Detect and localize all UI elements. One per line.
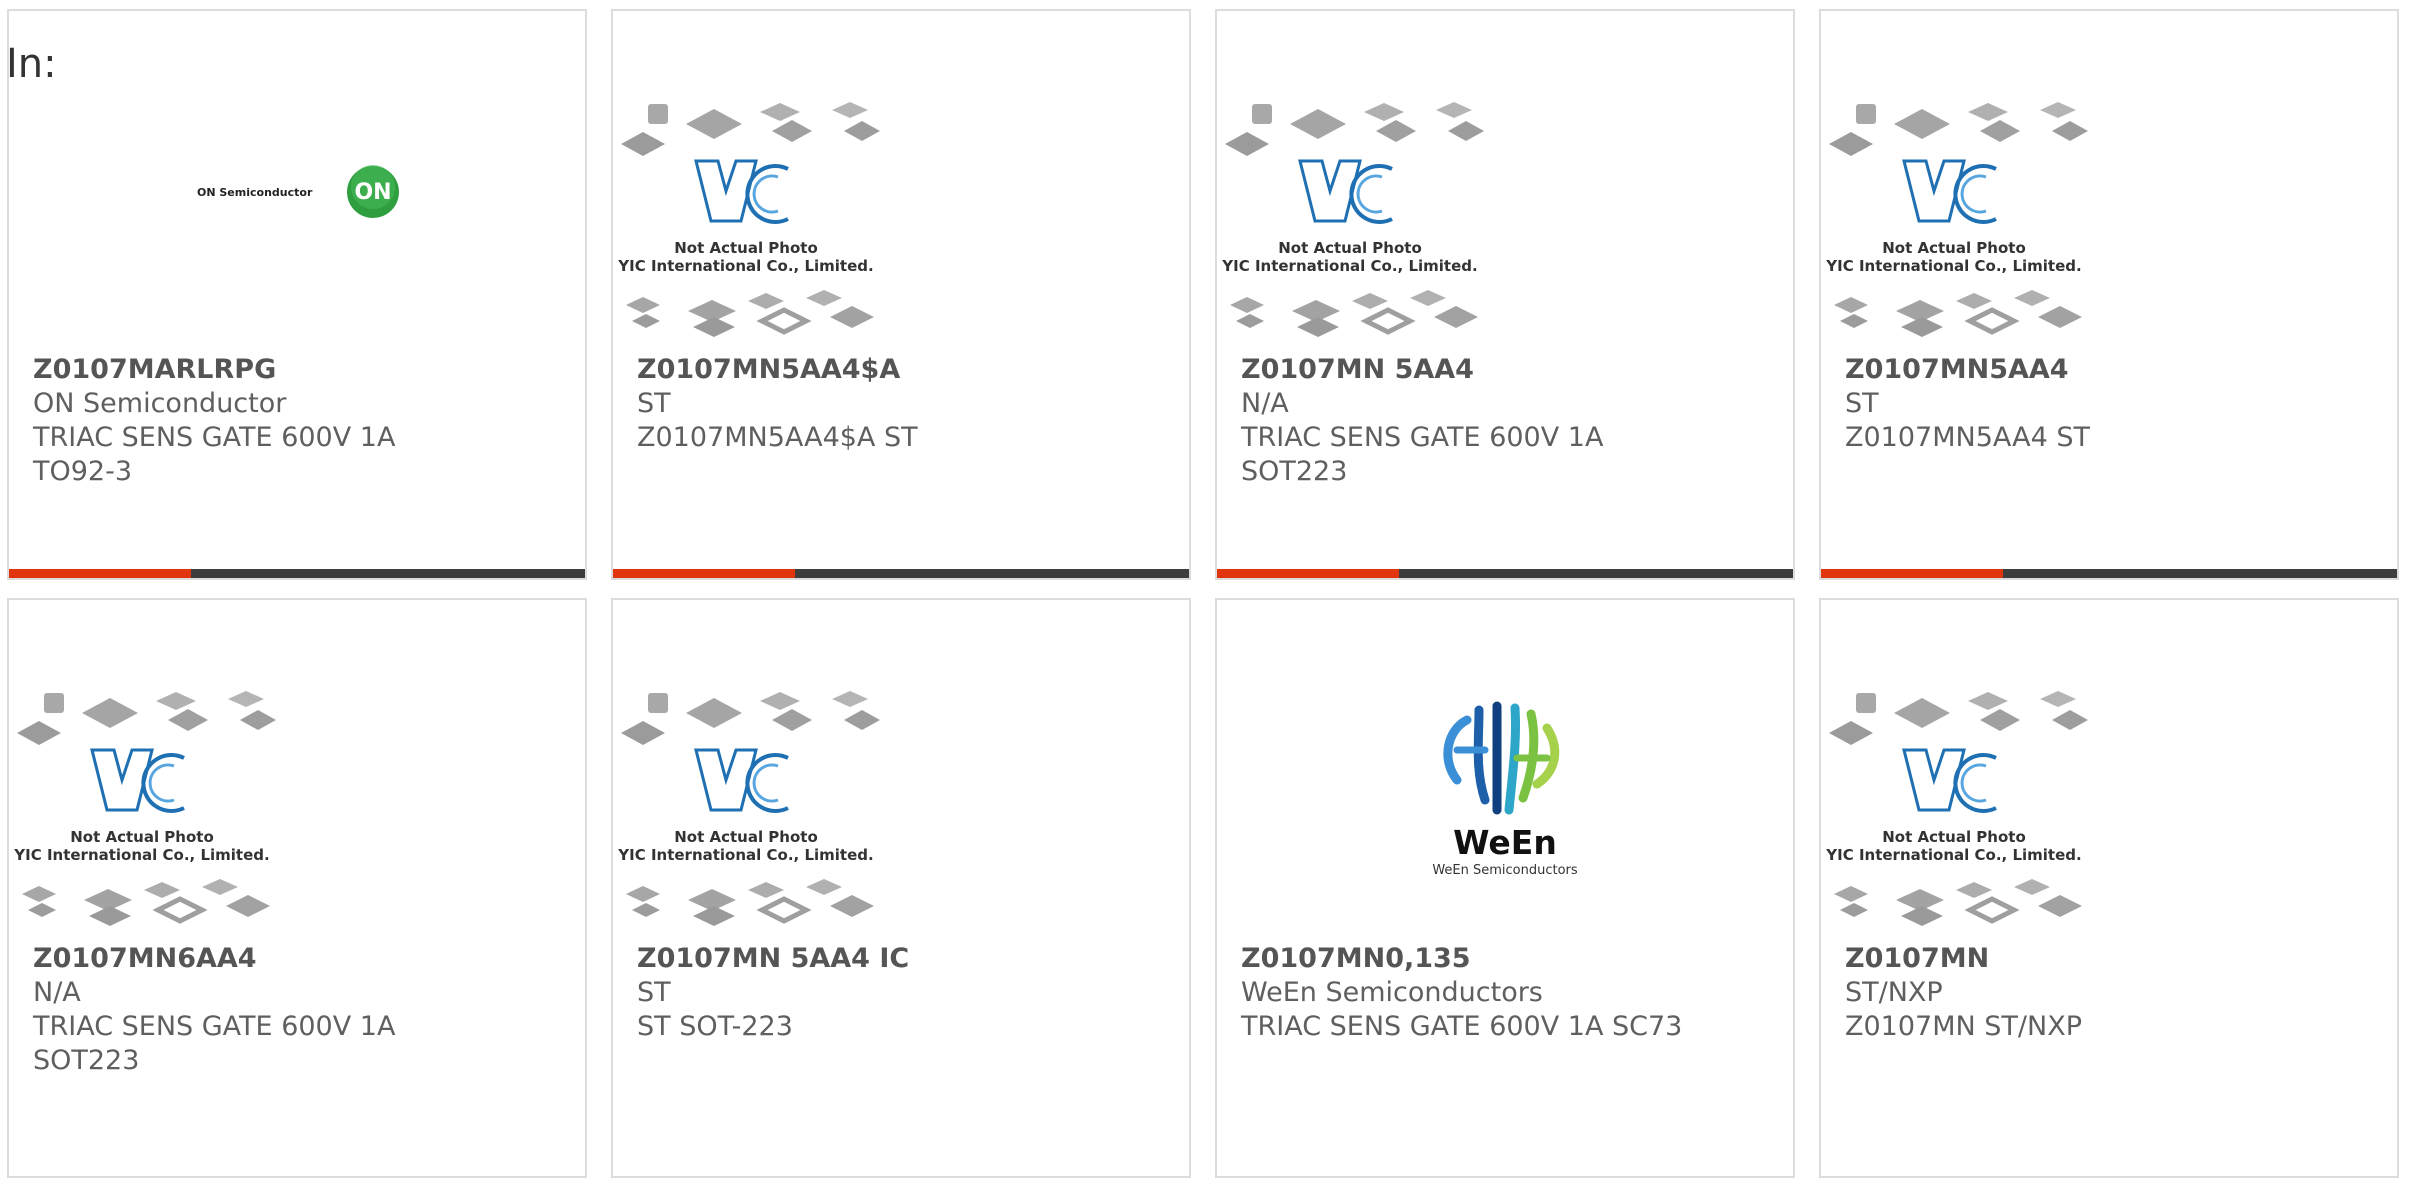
product-description: TRIAC SENS GATE 600V 1A bbox=[33, 1011, 396, 1042]
product-info: Z0107MN0,135 WeEn Semiconductors TRIAC S… bbox=[1241, 942, 1783, 1044]
manufacturer-logo: ON Semiconductor ON bbox=[9, 91, 585, 351]
svg-text:YIC International Co., Limited: YIC International Co., Limited. bbox=[1825, 846, 2081, 864]
search-prefix-label: In: bbox=[6, 41, 57, 87]
product-card[interactable]: Not Actual Photo YIC International Co., … bbox=[1819, 598, 2399, 1178]
part-number-link[interactable]: Z0107MN5AA4 bbox=[1845, 353, 2387, 387]
product-description: ST SOT-223 bbox=[637, 1011, 793, 1042]
card-bottom-bar bbox=[9, 569, 585, 578]
not-actual-photo-image: Not Actual Photo YIC International Co., … bbox=[613, 91, 1189, 351]
svg-text:Not Actual Photo: Not Actual Photo bbox=[70, 828, 214, 846]
card-accent-bar bbox=[1217, 569, 1399, 578]
manufacturer-name: ST bbox=[637, 388, 671, 419]
svg-text:WeEn Semiconductors: WeEn Semiconductors bbox=[1432, 863, 1578, 878]
svg-text:Not Actual Photo: Not Actual Photo bbox=[674, 828, 818, 846]
svg-text:Not Actual Photo: Not Actual Photo bbox=[1278, 239, 1422, 257]
not-actual-photo-image: Not Actual Photo YIC International Co., … bbox=[1821, 91, 2397, 351]
svg-text:ON Semiconductor: ON Semiconductor bbox=[197, 186, 313, 199]
card-bottom-bar bbox=[1821, 569, 2397, 578]
svg-text:YIC International Co., Limited: YIC International Co., Limited. bbox=[1825, 257, 2081, 275]
product-description: Z0107MN ST/NXP bbox=[1845, 1011, 2082, 1042]
card-accent-bar bbox=[1821, 569, 2003, 578]
product-info: Z0107MN 5AA4 IC ST ST SOT-223 bbox=[637, 942, 1179, 1044]
product-info: Z0107MARLRPG ON Semiconductor TRIAC SENS… bbox=[33, 353, 575, 489]
part-number-link[interactable]: Z0107MN 5AA4 IC bbox=[637, 942, 1179, 976]
svg-text:Not Actual Photo: Not Actual Photo bbox=[674, 239, 818, 257]
manufacturer-name: ST bbox=[1845, 388, 1879, 419]
part-number-link[interactable]: Z0107MARLRPG bbox=[33, 353, 575, 387]
product-info: Z0107MN 5AA4 N/A TRIAC SENS GATE 600V 1A… bbox=[1241, 353, 1783, 489]
product-description: Z0107MN5AA4 ST bbox=[1845, 422, 2090, 453]
product-description: TRIAC SENS GATE 600V 1A bbox=[33, 422, 396, 453]
card-bottom-bar bbox=[613, 569, 1189, 578]
product-card[interactable]: ON Semiconductor ON Z0107MARLRPG ON Semi… bbox=[7, 9, 587, 580]
svg-text:WeEn: WeEn bbox=[1453, 823, 1557, 862]
product-package: SOT223 bbox=[1241, 456, 1348, 487]
part-number-link[interactable]: Z0107MN 5AA4 bbox=[1241, 353, 1783, 387]
svg-text:ON: ON bbox=[354, 180, 391, 205]
manufacturer-name: ST/NXP bbox=[1845, 977, 1943, 1008]
part-number-link[interactable]: Z0107MN0,135 bbox=[1241, 942, 1783, 976]
product-info: Z0107MN6AA4 N/A TRIAC SENS GATE 600V 1A … bbox=[33, 942, 575, 1078]
manufacturer-name: WeEn Semiconductors bbox=[1241, 977, 1543, 1008]
product-card[interactable]: Not Actual Photo YIC International Co., … bbox=[611, 598, 1191, 1178]
part-number-link[interactable]: Z0107MN bbox=[1845, 942, 2387, 976]
card-accent-bar bbox=[613, 569, 795, 578]
product-info: Z0107MN ST/NXP Z0107MN ST/NXP bbox=[1845, 942, 2387, 1044]
manufacturer-name: N/A bbox=[1241, 388, 1289, 419]
part-number-link[interactable]: Z0107MN6AA4 bbox=[33, 942, 575, 976]
svg-text:Not Actual Photo: Not Actual Photo bbox=[1882, 239, 2026, 257]
svg-text:YIC International Co., Limited: YIC International Co., Limited. bbox=[617, 846, 873, 864]
product-info: Z0107MN5AA4$A ST Z0107MN5AA4$A ST bbox=[637, 353, 1179, 455]
not-actual-photo-image: Not Actual Photo YIC International Co., … bbox=[613, 680, 1189, 940]
manufacturer-name: ST bbox=[637, 977, 671, 1008]
part-number-link[interactable]: Z0107MN5AA4$A bbox=[637, 353, 1179, 387]
product-description: TRIAC SENS GATE 600V 1A bbox=[1241, 422, 1604, 453]
not-actual-photo-image: Not Actual Photo YIC International Co., … bbox=[1217, 91, 1793, 351]
product-card[interactable]: Not Actual Photo YIC International Co., … bbox=[1819, 9, 2399, 580]
svg-text:YIC International Co., Limited: YIC International Co., Limited. bbox=[617, 257, 873, 275]
product-card[interactable]: Not Actual Photo YIC International Co., … bbox=[7, 598, 587, 1178]
product-card[interactable]: Not Actual Photo YIC International Co., … bbox=[1215, 9, 1795, 580]
product-description: TRIAC SENS GATE 600V 1A SC73 bbox=[1241, 1011, 1683, 1042]
card-accent-bar bbox=[9, 569, 191, 578]
product-description: Z0107MN5AA4$A ST bbox=[637, 422, 918, 453]
svg-text:YIC International Co., Limited: YIC International Co., Limited. bbox=[13, 846, 269, 864]
product-package: SOT223 bbox=[33, 1045, 140, 1076]
not-actual-photo-image: Not Actual Photo YIC International Co., … bbox=[9, 680, 585, 940]
manufacturer-name: N/A bbox=[33, 977, 81, 1008]
product-card[interactable]: WeEn WeEn Semiconductors Z0107MN0,135 We… bbox=[1215, 598, 1795, 1178]
card-bottom-bar bbox=[1217, 569, 1793, 578]
manufacturer-logo: WeEn WeEn Semiconductors bbox=[1217, 680, 1793, 940]
manufacturer-name: ON Semiconductor bbox=[33, 388, 287, 419]
svg-text:YIC International Co., Limited: YIC International Co., Limited. bbox=[1221, 257, 1477, 275]
product-package: TO92-3 bbox=[33, 456, 133, 487]
product-card[interactable]: Not Actual Photo YIC International Co., … bbox=[611, 9, 1191, 580]
svg-text:Not Actual Photo: Not Actual Photo bbox=[1882, 828, 2026, 846]
product-info: Z0107MN5AA4 ST Z0107MN5AA4 ST bbox=[1845, 353, 2387, 455]
not-actual-photo-image: Not Actual Photo YIC International Co., … bbox=[1821, 680, 2397, 940]
